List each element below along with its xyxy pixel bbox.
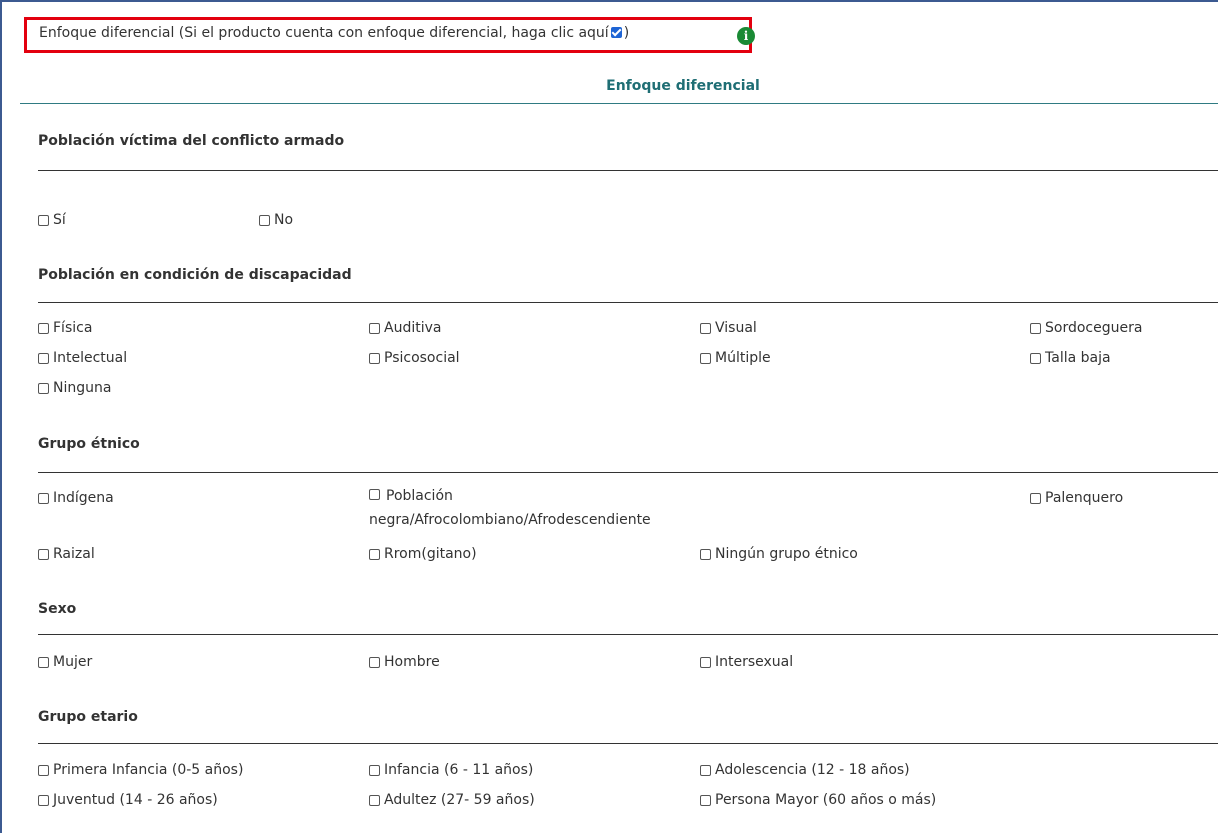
- form-frame: [0, 0, 1218, 833]
- checkbox[interactable]: [369, 794, 380, 806]
- option-intersexual[interactable]: Intersexual: [700, 654, 793, 670]
- option-psicosocial[interactable]: Psicosocial: [369, 350, 460, 366]
- toggle-label-text: Enfoque diferencial (Si el producto cuen…: [39, 25, 609, 41]
- checkbox[interactable]: [369, 489, 380, 500]
- checkbox[interactable]: [369, 764, 380, 776]
- group-title-victima: Población víctima del conflicto armado: [38, 133, 345, 149]
- checkbox[interactable]: [1030, 492, 1041, 504]
- checkbox[interactable]: [369, 352, 380, 364]
- checkbox[interactable]: [700, 764, 711, 776]
- option-victima-no[interactable]: No: [259, 212, 293, 228]
- group-divider-sexo: [38, 634, 1218, 635]
- option-victima-si[interactable]: Sí: [38, 212, 66, 228]
- group-title-etario: Grupo etario: [38, 709, 138, 725]
- checkbox[interactable]: [38, 794, 49, 806]
- option-hombre[interactable]: Hombre: [369, 654, 440, 670]
- option-auditiva[interactable]: Auditiva: [369, 320, 441, 336]
- section-divider: [20, 103, 1218, 104]
- checkbox[interactable]: [38, 656, 49, 668]
- option-mujer[interactable]: Mujer: [38, 654, 92, 670]
- option-infancia[interactable]: Infancia (6 - 11 años): [369, 762, 533, 778]
- checkbox[interactable]: [369, 548, 380, 560]
- section-title: Enfoque diferencial: [606, 78, 760, 94]
- option-ninguna[interactable]: Ninguna: [38, 380, 111, 396]
- toggle-label-close: ): [623, 25, 630, 41]
- checkbox[interactable]: [38, 548, 49, 560]
- option-talla-baja[interactable]: Talla baja: [1030, 350, 1111, 366]
- checkbox[interactable]: [38, 764, 49, 776]
- option-adolescencia[interactable]: Adolescencia (12 - 18 años): [700, 762, 910, 778]
- checkbox[interactable]: [259, 214, 270, 226]
- checkbox[interactable]: [700, 794, 711, 806]
- option-rrom[interactable]: Rrom(gitano): [369, 546, 477, 562]
- checkbox[interactable]: [700, 322, 711, 334]
- enfoque-diferencial-toggle-row: Enfoque diferencial (Si el producto cuen…: [24, 17, 755, 53]
- checkbox[interactable]: [369, 656, 380, 668]
- option-ningun-grupo-etnico[interactable]: Ningún grupo étnico: [700, 546, 858, 562]
- checkbox[interactable]: [369, 322, 380, 334]
- group-divider-etnico: [38, 472, 1218, 473]
- checkbox[interactable]: [1030, 322, 1041, 334]
- group-title-discapacidad: Población en condición de discapacidad: [38, 267, 352, 283]
- option-adultez[interactable]: Adultez (27- 59 años): [369, 792, 535, 808]
- option-raizal[interactable]: Raizal: [38, 546, 95, 562]
- checkbox[interactable]: [700, 548, 711, 560]
- enfoque-diferencial-toggle-label[interactable]: Enfoque diferencial (Si el producto cuen…: [39, 25, 629, 41]
- enfoque-diferencial-checkbox[interactable]: [610, 27, 622, 38]
- checkbox[interactable]: [700, 352, 711, 364]
- option-sordoceguera[interactable]: Sordoceguera: [1030, 320, 1142, 336]
- group-title-etnico: Grupo étnico: [38, 436, 140, 452]
- checkbox[interactable]: [38, 214, 49, 226]
- option-intelectual[interactable]: Intelectual: [38, 350, 127, 366]
- checkbox[interactable]: [1030, 352, 1041, 364]
- option-fisica[interactable]: Física: [38, 320, 92, 336]
- option-persona-mayor[interactable]: Persona Mayor (60 años o más): [700, 792, 936, 808]
- info-circle-icon[interactable]: i: [737, 27, 755, 45]
- checkbox[interactable]: [38, 382, 49, 394]
- checkbox[interactable]: [38, 322, 49, 334]
- option-primera-infancia[interactable]: Primera Infancia (0-5 años): [38, 762, 243, 778]
- checkbox[interactable]: [700, 656, 711, 668]
- option-multiple[interactable]: Múltiple: [700, 350, 771, 366]
- option-indigena[interactable]: Indígena: [38, 490, 114, 506]
- group-divider-victima: [38, 170, 1218, 171]
- option-juventud[interactable]: Juventud (14 - 26 años): [38, 792, 218, 808]
- checkbox[interactable]: [38, 352, 49, 364]
- group-title-sexo: Sexo: [38, 601, 77, 617]
- group-divider-discapacidad: [38, 302, 1218, 303]
- group-divider-etario: [38, 743, 1218, 744]
- option-palenquero[interactable]: Palenquero: [1030, 490, 1123, 506]
- option-visual[interactable]: Visual: [700, 320, 757, 336]
- option-poblacion-negra[interactable]: Población negra/Afrocolombiano/Afrodesce…: [369, 484, 699, 532]
- checkbox[interactable]: [38, 492, 49, 504]
